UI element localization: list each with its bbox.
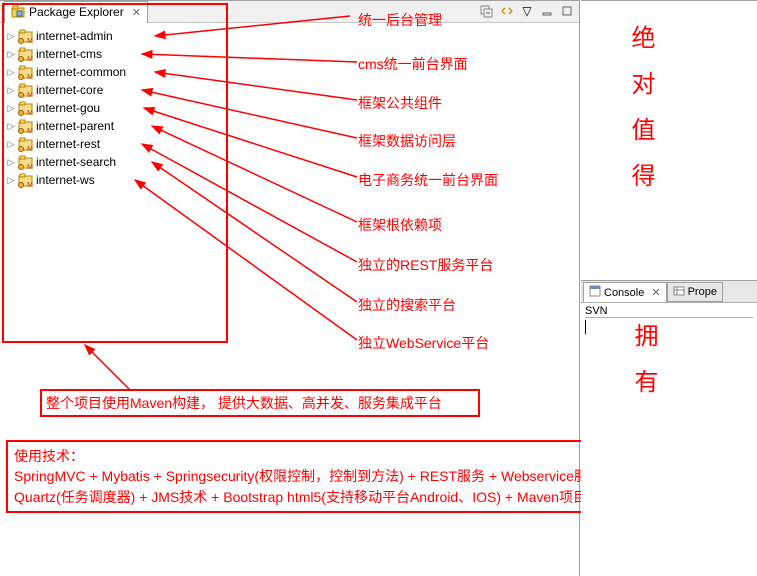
annotation-item-1: cms统一前台界面 bbox=[358, 54, 468, 74]
svg-text:M: M bbox=[27, 92, 33, 98]
maven-project-icon: M bbox=[18, 28, 34, 44]
close-icon[interactable]: ✕ bbox=[651, 286, 660, 299]
properties-tab[interactable]: Prope bbox=[667, 282, 723, 302]
expand-icon[interactable]: ▷ bbox=[6, 49, 16, 59]
expand-icon[interactable]: ▷ bbox=[6, 67, 16, 77]
console-title: SVN bbox=[585, 305, 753, 318]
console-output[interactable] bbox=[585, 320, 753, 410]
expand-icon[interactable]: ▷ bbox=[6, 103, 16, 113]
annotation-item-7: 独立的搜索平台 bbox=[358, 295, 456, 315]
maven-project-icon: M bbox=[18, 46, 34, 62]
view-menu-icon[interactable]: ▽ bbox=[519, 3, 535, 19]
expand-icon[interactable]: ▷ bbox=[6, 31, 16, 41]
project-internet-rest[interactable]: ▷ M internet-rest bbox=[6, 135, 579, 153]
project-internet-common[interactable]: ▷ M internet-common bbox=[6, 63, 579, 81]
view-toolbar: ▽ bbox=[479, 3, 575, 19]
svg-text:M: M bbox=[27, 164, 33, 170]
svg-text:M: M bbox=[27, 56, 33, 62]
maven-project-icon: M bbox=[18, 82, 34, 98]
svg-text:M: M bbox=[27, 128, 33, 134]
svg-text:M: M bbox=[27, 38, 33, 44]
package-explorer-title: Package Explorer bbox=[29, 5, 124, 19]
expand-icon[interactable]: ▷ bbox=[6, 157, 16, 167]
console-tab[interactable]: Console ✕ bbox=[583, 282, 667, 302]
properties-icon bbox=[673, 285, 685, 300]
expand-icon[interactable]: ▷ bbox=[6, 175, 16, 185]
annotation-item-8: 独立WebService平台 bbox=[358, 333, 489, 353]
close-icon[interactable]: ✕ bbox=[132, 6, 141, 19]
project-label: internet-core bbox=[36, 83, 103, 97]
project-label: internet-cms bbox=[36, 47, 102, 61]
maven-project-icon: M bbox=[18, 64, 34, 80]
project-internet-admin[interactable]: ▷ M internet-admin bbox=[6, 27, 579, 45]
expand-icon[interactable]: ▷ bbox=[6, 139, 16, 149]
maven-project-icon: M bbox=[18, 172, 34, 188]
package-explorer-tab[interactable]: Package Explorer ✕ bbox=[4, 1, 148, 23]
slogan-text-1: 绝对值得 bbox=[623, 25, 658, 209]
svg-text:M: M bbox=[27, 110, 33, 116]
view-header: Package Explorer ✕ ▽ bbox=[0, 1, 579, 23]
annotation-item-6: 独立的REST服务平台 bbox=[358, 255, 493, 275]
console-icon bbox=[589, 285, 601, 300]
svg-text:M: M bbox=[27, 182, 33, 188]
project-label: internet-admin bbox=[36, 29, 113, 43]
right-top-area: 绝对值得 bbox=[581, 1, 757, 281]
project-internet-parent[interactable]: ▷ M internet-parent bbox=[6, 117, 579, 135]
maven-project-icon: M bbox=[18, 100, 34, 116]
collapse-all-icon[interactable] bbox=[479, 3, 495, 19]
project-label: internet-gou bbox=[36, 101, 100, 115]
text-cursor bbox=[585, 320, 586, 334]
package-explorer-icon bbox=[11, 5, 25, 19]
project-label: internet-rest bbox=[36, 137, 100, 151]
project-internet-cms[interactable]: ▷ M internet-cms bbox=[6, 45, 579, 63]
expand-icon[interactable]: ▷ bbox=[6, 85, 16, 95]
expand-icon[interactable]: ▷ bbox=[6, 121, 16, 131]
maximize-icon[interactable] bbox=[559, 3, 575, 19]
console-tab-label: Console bbox=[604, 287, 644, 299]
maven-project-icon: M bbox=[18, 154, 34, 170]
link-editor-icon[interactable] bbox=[499, 3, 515, 19]
maven-project-icon: M bbox=[18, 136, 34, 152]
project-internet-search[interactable]: ▷ M internet-search bbox=[6, 153, 579, 171]
annotation-item-3: 框架数据访问层 bbox=[358, 131, 456, 151]
annotation-item-4: 电子商务统一前台界面 bbox=[358, 170, 498, 190]
bottom-view-tabs: Console ✕ Prope bbox=[581, 281, 757, 303]
annotation-top: 统一后台管理 bbox=[358, 10, 442, 30]
minimize-icon[interactable] bbox=[539, 3, 555, 19]
project-tree: ▷ M internet-admin ▷ M internet-cms ▷ M … bbox=[0, 23, 579, 189]
project-label: internet-parent bbox=[36, 119, 114, 133]
annotation-summary-1: 整个项目使用Maven构建， 提供大数据、高并发、服务集成平台 bbox=[40, 389, 480, 417]
svg-text:M: M bbox=[27, 146, 33, 152]
project-label: internet-common bbox=[36, 65, 126, 79]
project-label: internet-search bbox=[36, 155, 116, 169]
project-internet-gou[interactable]: ▷ M internet-gou bbox=[6, 99, 579, 117]
svg-text:M: M bbox=[27, 74, 33, 80]
project-label: internet-ws bbox=[36, 173, 95, 187]
annotation-item-2: 框架公共组件 bbox=[358, 93, 442, 113]
right-pane: 绝对值得 Console ✕ Prope SVN bbox=[581, 0, 757, 576]
properties-tab-label: Prope bbox=[688, 286, 717, 298]
annotation-item-5: 框架根依赖项 bbox=[358, 215, 442, 235]
maven-project-icon: M bbox=[18, 118, 34, 134]
project-internet-core[interactable]: ▷ M internet-core bbox=[6, 81, 579, 99]
console-body: SVN bbox=[581, 303, 757, 412]
